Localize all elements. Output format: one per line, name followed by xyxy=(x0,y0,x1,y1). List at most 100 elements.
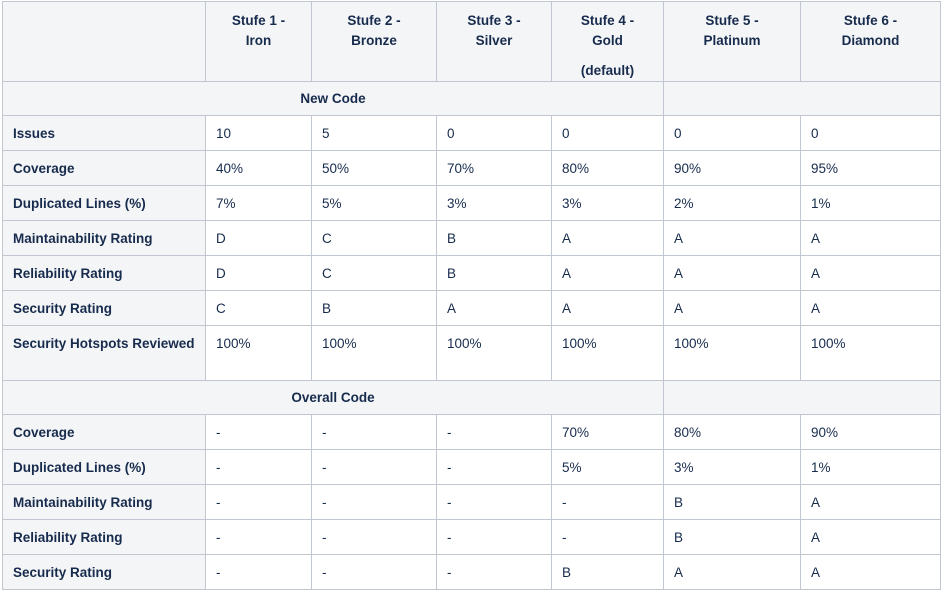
table-cell: 1% xyxy=(800,449,941,485)
column-header-1: Stufe 1 - Iron xyxy=(205,1,312,82)
table-cell: A xyxy=(800,220,941,256)
table-row: Reliability Rating - - - - B A xyxy=(2,519,941,555)
table-cell: 100% xyxy=(311,325,437,381)
table-row: Security Rating - - - B A A xyxy=(2,554,941,590)
table-cell: 3% xyxy=(436,185,552,221)
table-row: Maintainability Rating D C B A A A xyxy=(2,220,941,256)
table-cell: 100% xyxy=(205,325,312,381)
table-cell: 5% xyxy=(551,449,664,485)
column-header-line1: Stufe 5 - xyxy=(705,13,759,28)
table-cell: 0 xyxy=(800,115,941,151)
table-cell: 0 xyxy=(436,115,552,151)
column-header-4: Stufe 4 - Gold (default) xyxy=(551,1,664,82)
table-row: Coverage 40% 50% 70% 80% 90% 95% xyxy=(2,150,941,186)
table-cell: - xyxy=(311,414,437,450)
table-cell: A xyxy=(663,255,801,291)
table-cell: 100% xyxy=(436,325,552,381)
column-header-line1: Stufe 4 - xyxy=(580,13,635,28)
column-header-line2: Bronze xyxy=(351,33,397,48)
row-label: Maintainability Rating xyxy=(2,220,206,256)
corner-cell xyxy=(2,1,206,82)
row-label: Issues xyxy=(2,115,206,151)
table-cell: 5% xyxy=(311,185,437,221)
table-cell: 2% xyxy=(663,185,801,221)
table-cell: 5 xyxy=(311,115,437,151)
column-header-line2: Platinum xyxy=(703,33,761,48)
quality-gate-table: Stufe 1 - Iron Stufe 2 - Bronze Stufe 3 - Sil… xyxy=(2,1,941,590)
row-label: Reliability Rating xyxy=(2,519,206,555)
table-cell: B xyxy=(663,484,801,520)
column-header-line2: Gold xyxy=(592,33,623,48)
table-cell: - xyxy=(205,484,312,520)
table-cell: B xyxy=(436,255,552,291)
table-cell: - xyxy=(205,414,312,450)
table-cell: - xyxy=(205,449,312,485)
table-row: Security Rating C B A A A A xyxy=(2,290,941,326)
table-cell: - xyxy=(436,484,552,520)
table-cell: 95% xyxy=(800,150,941,186)
table-cell: - xyxy=(551,484,664,520)
table-cell: 3% xyxy=(551,185,664,221)
table-cell: A xyxy=(800,484,941,520)
table-cell: B xyxy=(551,554,664,590)
table-cell: A xyxy=(436,290,552,326)
table-cell: C xyxy=(311,220,437,256)
table-row: Maintainability Rating - - - - B A xyxy=(2,484,941,520)
table-row: Security Hotspots Reviewed 100% 100% 100% 10… xyxy=(2,325,941,381)
table-cell: A xyxy=(800,519,941,555)
column-header-line2: Silver xyxy=(475,33,513,48)
table-cell: 3% xyxy=(663,449,801,485)
column-header-line1: Stufe 2 - xyxy=(347,13,401,28)
table-cell: - xyxy=(436,554,552,590)
table-cell: A xyxy=(663,554,801,590)
section-header-row: New Code xyxy=(2,81,941,116)
column-header-line1: Stufe 6 - xyxy=(843,13,898,28)
table-cell: D xyxy=(205,220,312,256)
row-label: Security Hotspots Reviewed xyxy=(2,325,206,381)
column-header-5: Stufe 5 - Platinum xyxy=(663,1,801,82)
row-label: Duplicated Lines (%) xyxy=(2,185,206,221)
table-cell: 40% xyxy=(205,150,312,186)
section-blank-cell xyxy=(663,81,941,116)
table-cell: A xyxy=(800,290,941,326)
table-cell: - xyxy=(205,519,312,555)
table-body: New Code Issues 10 5 0 0 0 0 Coverage 40% 50% 70% 80… xyxy=(2,81,941,590)
column-header-line2: Iron xyxy=(245,33,272,48)
table-cell: - xyxy=(205,554,312,590)
table-cell: A xyxy=(800,554,941,590)
table-cell: 70% xyxy=(436,150,552,186)
table-cell: 70% xyxy=(551,414,664,450)
table-row: Issues 10 5 0 0 0 0 xyxy=(2,115,941,151)
column-header-line1: Stufe 1 - xyxy=(231,13,286,28)
table-cell: C xyxy=(205,290,312,326)
table-cell: - xyxy=(436,414,552,450)
table-cell: A xyxy=(663,220,801,256)
row-label: Maintainability Rating xyxy=(2,484,206,520)
table-cell: A xyxy=(800,255,941,291)
table-cell: - xyxy=(436,519,552,555)
section-title: Overall Code xyxy=(2,380,664,415)
table-cell: - xyxy=(311,554,437,590)
table-cell: - xyxy=(311,449,437,485)
column-header-line2: Diamond xyxy=(841,33,900,48)
table-row: Duplicated Lines (%) 7% 5% 3% 3% 2% 1% xyxy=(2,185,941,221)
table-cell: 80% xyxy=(551,150,664,186)
column-header-note: (default) xyxy=(580,63,635,78)
table-cell: 10 xyxy=(205,115,312,151)
table-cell: - xyxy=(311,519,437,555)
table-cell: 7% xyxy=(205,185,312,221)
column-header-6: Stufe 6 - Diamond xyxy=(800,1,941,82)
header-row: Stufe 1 - Iron Stufe 2 - Bronze Stufe 3 - Sil… xyxy=(2,1,941,82)
row-label: Coverage xyxy=(2,150,206,186)
table-cell: D xyxy=(205,255,312,291)
section-title: New Code xyxy=(2,81,664,116)
table-cell: 0 xyxy=(663,115,801,151)
table-cell: - xyxy=(311,484,437,520)
table-cell: - xyxy=(551,519,664,555)
section-header-row: Overall Code xyxy=(2,380,941,415)
table-cell: C xyxy=(311,255,437,291)
column-header-2: Stufe 2 - Bronze xyxy=(311,1,437,82)
table-cell: 1% xyxy=(800,185,941,221)
table-cell: 100% xyxy=(663,325,801,381)
row-label: Duplicated Lines (%) xyxy=(2,449,206,485)
